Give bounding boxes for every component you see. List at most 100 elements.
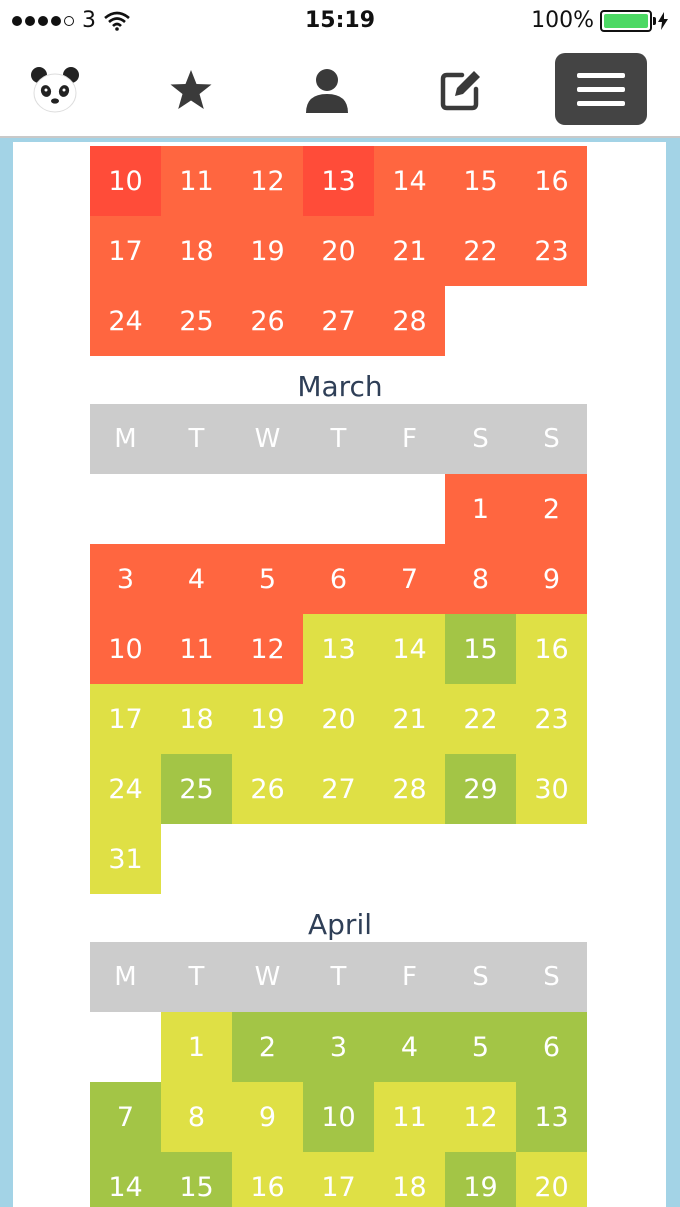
day-cell[interactable]: 28	[374, 286, 445, 356]
day-cell[interactable]: 17	[90, 684, 161, 754]
menu-icon	[577, 72, 625, 78]
day-cell[interactable]: 15	[161, 1152, 232, 1207]
day-cell[interactable]: 23	[516, 684, 587, 754]
weekday-header: M	[90, 404, 161, 474]
day-cell[interactable]: 11	[161, 614, 232, 684]
day-cell[interactable]: 7	[90, 1082, 161, 1152]
day-cell[interactable]: 14	[90, 1152, 161, 1207]
day-cell[interactable]: 16	[516, 614, 587, 684]
day-cell[interactable]: 11	[161, 146, 232, 216]
day-cell[interactable]: 14	[374, 614, 445, 684]
day-cell[interactable]: 9	[516, 544, 587, 614]
day-cell[interactable]: 21	[374, 216, 445, 286]
empty-day-cell	[445, 286, 516, 356]
week-row: 12	[90, 474, 588, 544]
day-cell[interactable]: 26	[232, 754, 303, 824]
day-cell[interactable]: 23	[516, 216, 587, 286]
day-cell[interactable]: 27	[303, 286, 374, 356]
day-cell[interactable]: 5	[232, 544, 303, 614]
day-cell[interactable]: 4	[374, 1012, 445, 1082]
day-cell[interactable]: 13	[303, 614, 374, 684]
day-cell[interactable]: 18	[374, 1152, 445, 1207]
day-cell[interactable]: 1	[445, 474, 516, 544]
status-right: 100%	[531, 8, 668, 33]
day-cell[interactable]: 27	[303, 754, 374, 824]
day-cell[interactable]: 7	[374, 544, 445, 614]
day-cell[interactable]: 10	[90, 614, 161, 684]
day-cell[interactable]: 6	[303, 544, 374, 614]
day-cell[interactable]: 16	[516, 146, 587, 216]
empty-day-cell	[516, 286, 587, 356]
day-cell[interactable]: 16	[232, 1152, 303, 1207]
calendar-scroll-area[interactable]: 10 11 12 13 14 15 16 17 18 19 20 21 22 23 24 25 26 27 28 Ma…	[13, 142, 666, 1207]
weekday-header: S	[516, 404, 587, 474]
week-row: 24 25 26 27 28 29 30	[90, 754, 588, 824]
day-cell[interactable]: 20	[303, 684, 374, 754]
day-cell[interactable]: 14	[374, 146, 445, 216]
day-cell[interactable]: 9	[232, 1082, 303, 1152]
day-cell[interactable]: 2	[232, 1012, 303, 1082]
day-cell[interactable]: 19	[232, 684, 303, 754]
empty-day-cell	[232, 824, 303, 894]
month-calendar: M T W T F S S 1 2 3 4 5 6 7 8 9 10 11 12 13 14 15 16 17 18 19 20 21…	[90, 404, 588, 894]
day-cell[interactable]: 13	[303, 146, 374, 216]
week-row: 7 8 9 10 11 12 13	[90, 1082, 588, 1152]
day-cell[interactable]: 24	[90, 286, 161, 356]
weekday-header: S	[445, 404, 516, 474]
day-cell[interactable]: 21	[374, 684, 445, 754]
day-cell[interactable]: 8	[161, 1082, 232, 1152]
day-cell[interactable]: 12	[445, 1082, 516, 1152]
day-cell[interactable]: 8	[445, 544, 516, 614]
day-cell[interactable]: 18	[161, 684, 232, 754]
week-row: 3456789	[90, 544, 588, 614]
user-icon[interactable]	[302, 44, 352, 136]
day-cell[interactable]: 12	[232, 614, 303, 684]
empty-day-cell	[90, 474, 161, 544]
battery-percent: 100%	[531, 8, 594, 33]
weekday-header: T	[303, 404, 374, 474]
day-cell[interactable]: 10	[90, 146, 161, 216]
day-cell[interactable]: 17	[90, 216, 161, 286]
day-cell[interactable]: 3	[90, 544, 161, 614]
day-cell[interactable]: 22	[445, 684, 516, 754]
panda-logo-icon[interactable]	[25, 44, 85, 136]
month-title: April	[308, 908, 372, 941]
menu-button[interactable]	[555, 53, 647, 125]
week-row: 10 11 12 13 14 15 16	[90, 614, 588, 684]
day-cell[interactable]: 15	[445, 146, 516, 216]
weekday-header-row: MTWTFSS	[90, 942, 588, 1012]
day-cell[interactable]: 18	[161, 216, 232, 286]
empty-day-cell	[303, 474, 374, 544]
battery-icon	[600, 9, 656, 32]
day-cell[interactable]: 3	[303, 1012, 374, 1082]
day-cell[interactable]: 19	[232, 216, 303, 286]
day-cell[interactable]: 24	[90, 754, 161, 824]
day-cell[interactable]: 25	[161, 286, 232, 356]
day-cell[interactable]: 30	[516, 754, 587, 824]
day-cell[interactable]: 22	[445, 216, 516, 286]
day-cell[interactable]: 17	[303, 1152, 374, 1207]
day-cell[interactable]: 31	[90, 824, 161, 894]
day-cell[interactable]: 26	[232, 286, 303, 356]
star-icon[interactable]	[165, 44, 217, 136]
day-cell[interactable]: 20	[303, 216, 374, 286]
status-bar: 3 15:19 100%	[0, 0, 680, 44]
edit-icon[interactable]	[436, 44, 486, 136]
day-cell[interactable]: 29	[445, 754, 516, 824]
day-cell[interactable]: 10	[303, 1082, 374, 1152]
day-cell[interactable]: 11	[374, 1082, 445, 1152]
day-cell[interactable]: 4	[161, 544, 232, 614]
day-cell[interactable]: 28	[374, 754, 445, 824]
day-cell[interactable]: 25	[161, 754, 232, 824]
weekday-header: T	[161, 942, 232, 1012]
day-cell[interactable]: 15	[445, 614, 516, 684]
day-cell[interactable]: 20	[516, 1152, 587, 1207]
day-cell[interactable]: 2	[516, 474, 587, 544]
day-cell[interactable]: 6	[516, 1012, 587, 1082]
day-cell[interactable]: 5	[445, 1012, 516, 1082]
day-cell[interactable]: 19	[445, 1152, 516, 1207]
day-cell[interactable]: 13	[516, 1082, 587, 1152]
day-cell[interactable]: 1	[161, 1012, 232, 1082]
month-calendar: 10 11 12 13 14 15 16 17 18 19 20 21 22 23 24 25 26 27 28	[90, 146, 588, 356]
day-cell[interactable]: 12	[232, 146, 303, 216]
